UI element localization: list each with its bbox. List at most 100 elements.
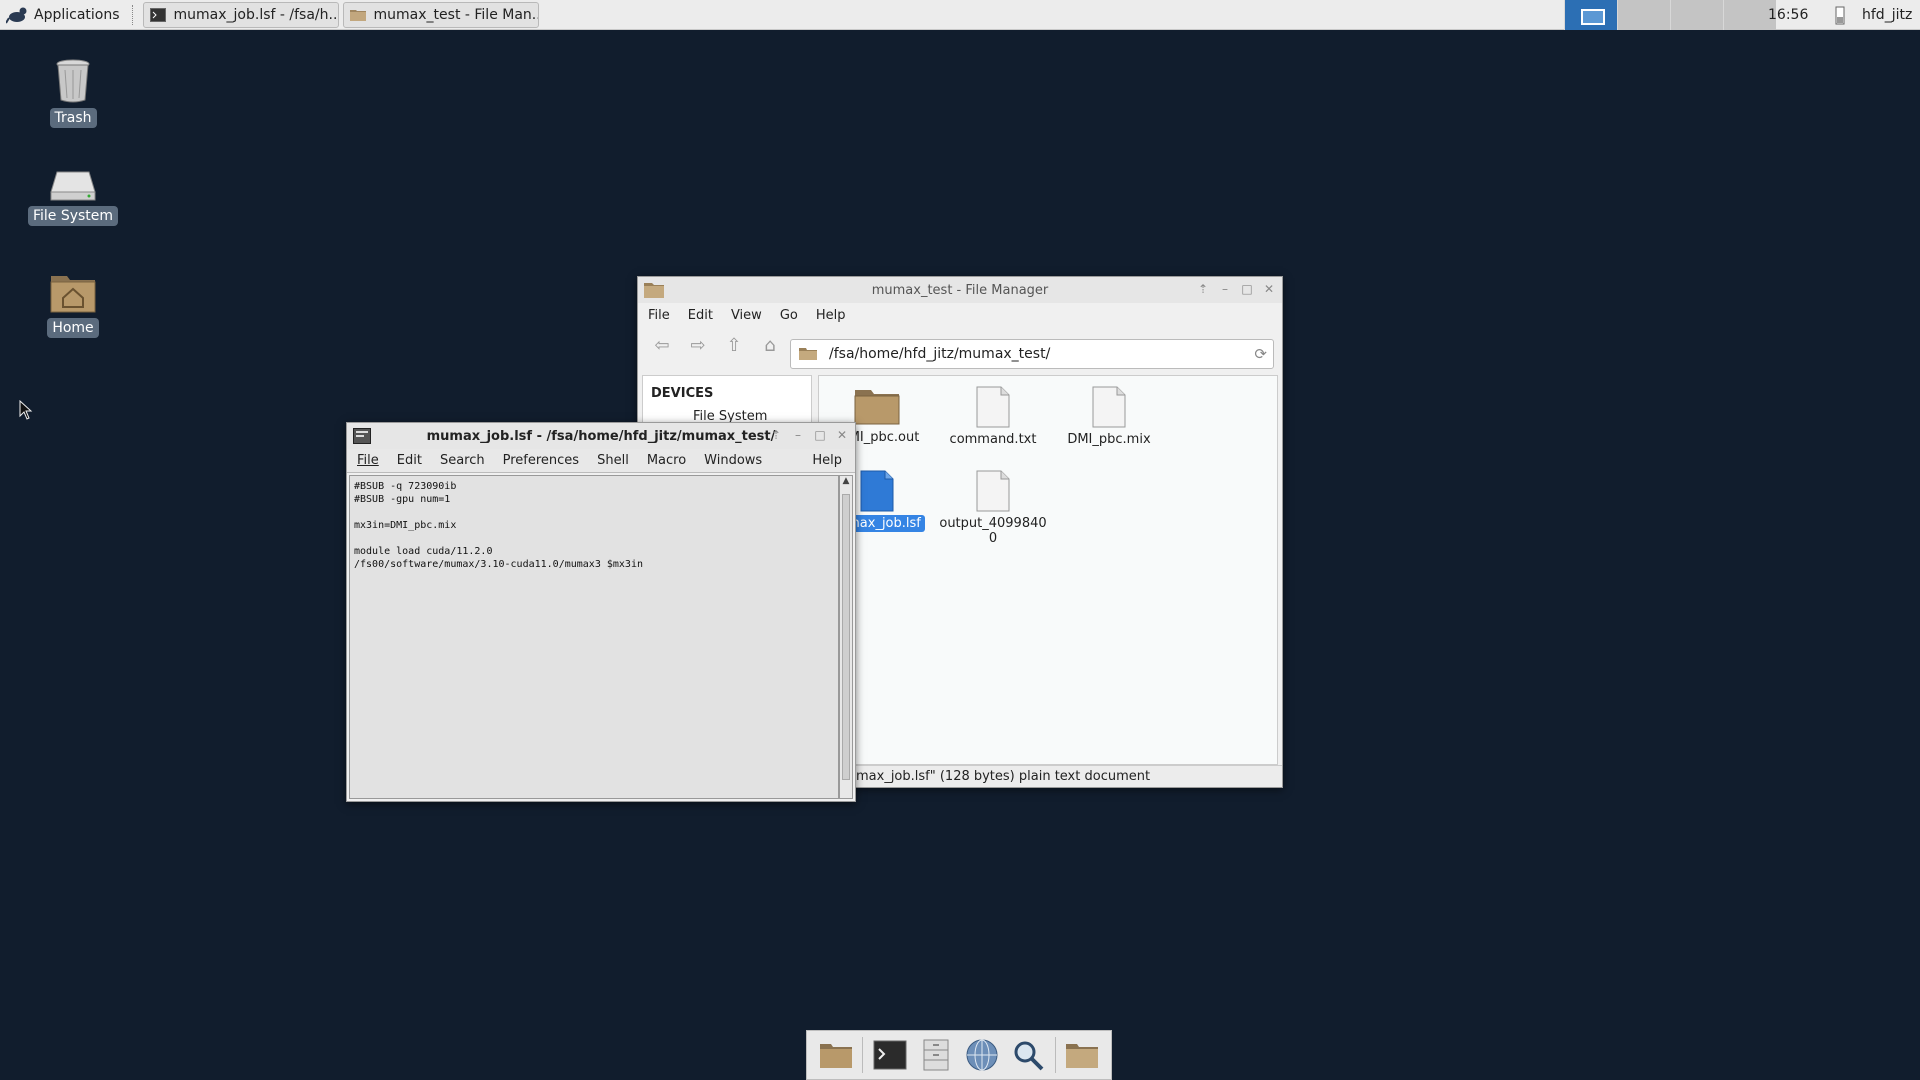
minimize-button[interactable]: –: [1218, 282, 1232, 296]
top-panel: Applications mumax_job.lsf - /fsa/h... m…: [0, 0, 1920, 30]
menu-edit[interactable]: Edit: [679, 308, 722, 323]
file-label: command.txt: [949, 432, 1037, 447]
menu-preferences[interactable]: Preferences: [494, 453, 588, 468]
desktop-icon-file-system[interactable]: File System: [18, 166, 128, 226]
dock-item-terminal[interactable]: [870, 1035, 910, 1075]
trash-icon: [56, 59, 90, 103]
text-editor-window: mumax_job.lsf - /fsa/home/hfd_jitz/mumax…: [346, 422, 856, 802]
clock[interactable]: 16:56: [1768, 0, 1808, 30]
dock-item-folder[interactable]: [1062, 1035, 1102, 1075]
menu-edit[interactable]: Edit: [388, 453, 431, 468]
taskbar-button-file-manager[interactable]: mumax_test - File Man...: [342, 1, 539, 28]
back-button[interactable]: ⇦: [644, 330, 680, 360]
file-item-output[interactable]: output_4099840 0: [933, 470, 1053, 546]
file-item-dmi-pbc-mix[interactable]: DMI_pbc.mix: [1049, 386, 1169, 447]
workspace-2[interactable]: [1617, 0, 1670, 30]
sidebar-item-file-system[interactable]: File System: [643, 401, 811, 424]
file-cabinet-icon: [923, 1039, 949, 1071]
maximize-button[interactable]: □: [813, 428, 827, 442]
menu-view[interactable]: View: [722, 308, 771, 323]
home-folder-icon: [50, 276, 96, 313]
dock-separator: [862, 1037, 864, 1073]
location-bar[interactable]: /fsa/home/hfd_jitz/mumax_test/ ⟳: [790, 339, 1274, 369]
bottom-dock: [806, 1030, 1112, 1080]
desktop-icon-label: Home: [47, 318, 99, 338]
menu-help[interactable]: Help: [807, 308, 855, 323]
user-menu[interactable]: hfd_jitz: [1862, 0, 1912, 30]
desktop-icon-home[interactable]: Home: [18, 270, 128, 338]
shade-button[interactable]: ⇡: [1196, 282, 1210, 296]
up-arrow-icon: ⇧: [726, 334, 742, 356]
folder-icon: [799, 348, 817, 360]
minimize-button[interactable]: –: [791, 428, 805, 442]
maximize-button[interactable]: □: [1240, 282, 1254, 296]
text-area[interactable]: #BSUB -q 723090ib #BSUB -gpu num=1 mx3in…: [349, 475, 839, 799]
window-controls: ⇡ – □ ✕: [769, 428, 849, 442]
workspace-1[interactable]: [1564, 0, 1617, 30]
selected-text-document-icon: [860, 470, 894, 512]
folder-icon: [1065, 1044, 1098, 1068]
dock-item-search[interactable]: [1008, 1035, 1048, 1075]
workspace-switcher: [1564, 0, 1776, 30]
menu-go[interactable]: Go: [771, 308, 807, 323]
desktop-icon-label: File System: [27, 206, 119, 226]
battery-icon[interactable]: [1831, 5, 1849, 25]
hard-drive-icon: [50, 171, 96, 201]
dock-separator: [1054, 1037, 1056, 1073]
taskbar-label: mumax_test - File Man...: [373, 6, 539, 23]
window-title: mumax_test - File Manager: [871, 282, 1049, 298]
menu-help[interactable]: Help: [803, 453, 851, 468]
file-manager-icon: [820, 1044, 853, 1068]
scroll-thumb[interactable]: [842, 494, 850, 780]
file-label: DMI_pbc.mix: [1067, 432, 1151, 447]
close-button[interactable]: ✕: [1262, 282, 1276, 296]
location-path: /fsa/home/hfd_jitz/mumax_test/: [829, 346, 1051, 362]
desktop-icon-label: Trash: [49, 108, 97, 128]
folder-icon: [854, 390, 900, 425]
forward-button[interactable]: ⇨: [680, 330, 716, 360]
vertical-scrollbar[interactable]: ▲: [839, 475, 853, 799]
web-browser-icon: [966, 1039, 998, 1071]
home-icon: ⌂: [764, 334, 776, 356]
shade-button[interactable]: ⇡: [769, 428, 783, 442]
desktop-icon-trash[interactable]: Trash: [18, 56, 128, 128]
dock-item-file-cabinet[interactable]: [916, 1035, 956, 1075]
close-button[interactable]: ✕: [835, 428, 849, 442]
applications-menu[interactable]: Applications: [0, 0, 128, 30]
devices-header: DEVICES: [651, 386, 714, 401]
menu-file[interactable]: File: [348, 453, 388, 468]
xfce-mouse-icon: [6, 7, 27, 24]
search-icon: [1014, 1041, 1044, 1071]
parent-folder-button[interactable]: ⇧: [716, 330, 752, 360]
folder-icon: [349, 9, 366, 21]
editor-menubar: File Edit Search Preferences Shell Macro…: [347, 449, 855, 473]
editor-titlebar[interactable]: mumax_job.lsf - /fsa/home/hfd_jitz/mumax…: [347, 423, 855, 449]
file-label-line2: 0: [988, 531, 998, 546]
mouse-cursor-icon: [19, 400, 33, 420]
file-icon-view: MI_pbc.out command.txt DMI_pbc.mix max_j…: [818, 375, 1278, 765]
menu-shell[interactable]: Shell: [588, 453, 638, 468]
taskbar-label: mumax_job.lsf - /fsa/h...: [173, 6, 339, 23]
scroll-up-arrow[interactable]: ▲: [840, 476, 852, 490]
menu-search[interactable]: Search: [431, 453, 494, 468]
text-document-icon: [1092, 386, 1126, 428]
menu-file[interactable]: File: [639, 308, 679, 323]
workspace-3[interactable]: [1670, 0, 1723, 30]
terminal-icon: [873, 1040, 907, 1070]
forward-arrow-icon: ⇨: [690, 334, 706, 356]
taskbar-button-editor[interactable]: mumax_job.lsf - /fsa/h...: [142, 1, 339, 28]
terminal-icon: [149, 7, 166, 22]
panel-separator: [131, 4, 135, 25]
applications-label: Applications: [34, 6, 120, 23]
menu-macro[interactable]: Macro: [638, 453, 695, 468]
window-controls: ⇡ – □ ✕: [1196, 282, 1276, 296]
text-document-icon: [976, 470, 1010, 512]
file-manager-menubar: File Edit View Go Help: [638, 303, 1282, 327]
file-item-command-txt[interactable]: command.txt: [933, 386, 1053, 447]
file-manager-titlebar[interactable]: mumax_test - File Manager ⇡ – □ ✕: [638, 277, 1282, 303]
dock-item-desktop[interactable]: [816, 1035, 856, 1075]
dock-item-web-browser[interactable]: [962, 1035, 1002, 1075]
home-button[interactable]: ⌂: [752, 330, 788, 360]
menu-windows[interactable]: Windows: [695, 453, 771, 468]
reload-icon[interactable]: ⟳: [1254, 345, 1267, 363]
